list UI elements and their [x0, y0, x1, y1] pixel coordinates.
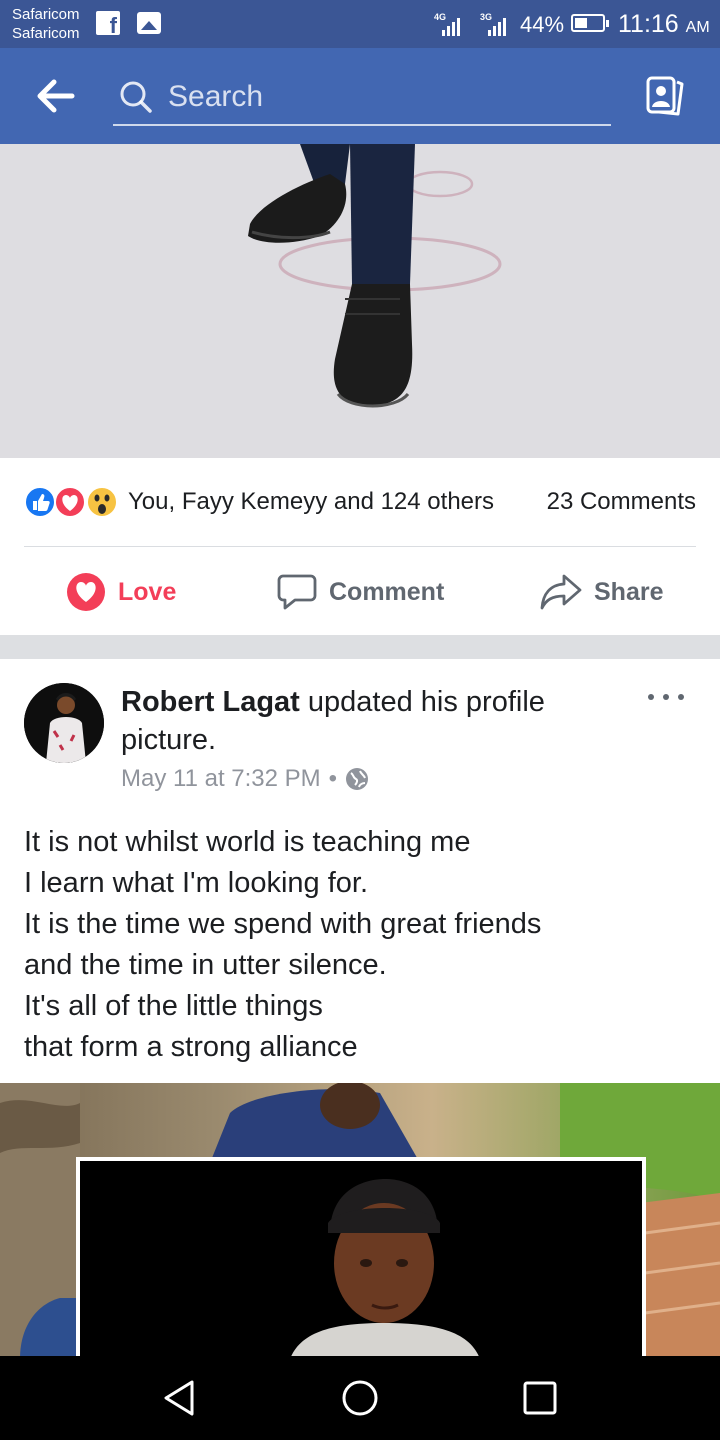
search-field[interactable]: Search — [113, 74, 611, 126]
divider — [24, 546, 696, 547]
caption-line: It's all of the little things — [24, 990, 323, 1022]
comment-button[interactable]: Comment — [277, 570, 444, 614]
clock-time: 11:16 — [618, 10, 679, 38]
love-button[interactable]: Love — [66, 570, 176, 614]
battery-icon — [571, 14, 609, 32]
caption-line: It is not whilst world is teaching me — [24, 826, 471, 858]
post-meta: May 11 at 7:32 PM • — [121, 765, 369, 793]
meta-separator: • — [328, 765, 338, 792]
globe-icon — [346, 768, 369, 790]
like-reaction-icon — [24, 486, 56, 518]
profile-switch-icon[interactable] — [645, 74, 685, 118]
post-footer: You, Fayy Kemeyy and 124 others 23 Comme… — [0, 458, 720, 635]
love-icon — [67, 573, 105, 611]
app-bar: Search — [0, 48, 720, 144]
avatar[interactable] — [24, 683, 104, 763]
signal-icon: 4G — [434, 12, 470, 36]
post-caption: It is not whilst world is teaching me I … — [24, 822, 704, 1068]
post-headline: Robert Lagat updated his profile picture… — [121, 683, 621, 759]
clock-ampm: AM — [685, 19, 710, 36]
share-button[interactable]: Share — [540, 570, 663, 614]
signal-icon-2: 3G — [480, 12, 516, 36]
nav-recents-icon[interactable] — [520, 1378, 560, 1418]
shoes-illustration — [0, 144, 720, 458]
love-reaction-icon — [54, 486, 86, 518]
reaction-summary[interactable]: You, Fayy Kemeyy and 124 others — [128, 488, 494, 516]
gallery-notification-icon — [137, 12, 161, 34]
reaction-icons[interactable] — [24, 484, 124, 520]
carrier-names: Safaricom Safaricom — [12, 5, 80, 43]
system-nav-bar — [0, 1356, 720, 1440]
back-arrow-icon[interactable] — [36, 78, 76, 114]
nav-home-icon[interactable] — [340, 1378, 380, 1418]
caption-line: It is the time we spend with great frien… — [24, 908, 542, 940]
profile-photo-collage — [0, 1083, 720, 1359]
facebook-notification-icon: f — [96, 11, 120, 37]
comment-icon — [277, 574, 317, 610]
caption-line: that form a strong alliance — [24, 1031, 358, 1063]
status-bar: Safaricom Safaricom f 4G 3G 44% 11:16 AM — [0, 0, 720, 48]
more-options-icon[interactable] — [648, 689, 684, 705]
battery-percent: 44% — [520, 12, 565, 37]
post-photo-shoes[interactable] — [0, 144, 720, 458]
post-timestamp[interactable]: May 11 at 7:32 PM — [121, 765, 321, 793]
comment-label: Comment — [329, 577, 445, 606]
status-clock: 11:16 AM — [618, 10, 710, 39]
comments-count[interactable]: 23 Comments — [547, 488, 696, 516]
share-label: Share — [594, 577, 664, 606]
caption-line: and the time in utter silence. — [24, 949, 387, 981]
author-name[interactable]: Robert Lagat — [121, 686, 300, 718]
facebook-app-screen: Safaricom Safaricom f 4G 3G 44% 11:16 AM… — [0, 0, 720, 1440]
avatar-image — [24, 683, 104, 763]
search-placeholder: Search — [168, 80, 264, 113]
wow-reaction-icon — [86, 486, 118, 518]
post-card: Robert Lagat updated his profile picture… — [0, 659, 720, 1359]
carrier-1: Safaricom — [12, 6, 80, 23]
share-icon — [540, 574, 582, 610]
love-label: Love — [118, 577, 177, 606]
carrier-2: Safaricom — [12, 25, 80, 42]
post-photo-profile[interactable] — [0, 1083, 720, 1359]
search-icon — [120, 81, 152, 113]
nav-back-icon[interactable] — [160, 1378, 200, 1418]
caption-line: I learn what I'm looking for. — [24, 867, 369, 899]
